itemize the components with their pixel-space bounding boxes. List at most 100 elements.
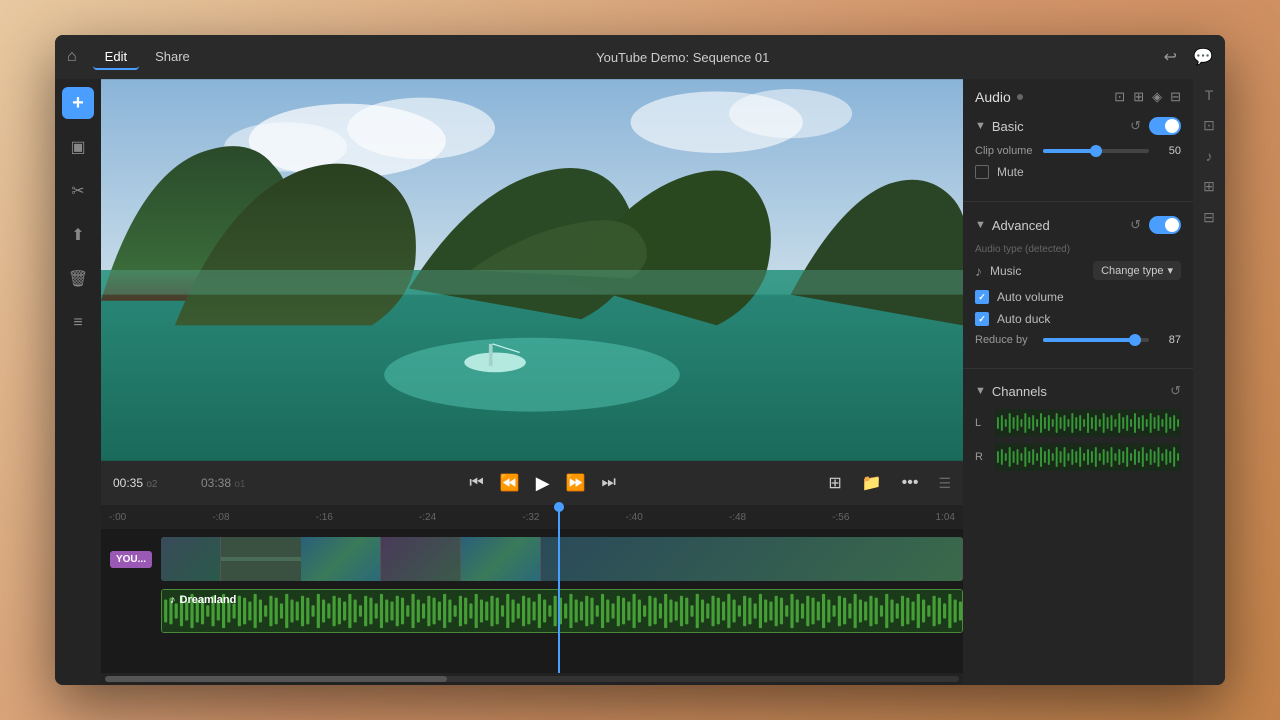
transform2-icon[interactable]: ⊟ bbox=[1203, 209, 1215, 226]
basic-section-controls: ↺ bbox=[1130, 117, 1181, 135]
reduce-by-thumb[interactable] bbox=[1129, 334, 1141, 346]
advanced-toggle-knob bbox=[1165, 218, 1179, 232]
step-forward-button[interactable]: ⏩ bbox=[562, 469, 590, 497]
audio-type-row: ♪ Music Change type ▾ bbox=[975, 261, 1181, 280]
panel-title: Audio bbox=[975, 89, 1011, 105]
channel-l-waveform bbox=[995, 409, 1181, 437]
panel-transform-icon[interactable]: ⊟ bbox=[1170, 89, 1181, 105]
auto-volume-row: Auto volume bbox=[975, 290, 1181, 304]
basic-section-title: Basic bbox=[992, 119, 1024, 134]
timeline-options-icon[interactable]: ☰ bbox=[938, 475, 951, 492]
text-icon[interactable]: T bbox=[1205, 87, 1214, 103]
thumb-5 bbox=[461, 537, 541, 581]
grid-icon[interactable]: ⊞ bbox=[1203, 178, 1215, 195]
video-track bbox=[161, 537, 963, 581]
panel-header: Audio ⊡ ⊞ ◈ ⊟ bbox=[963, 79, 1193, 111]
more-options-icon[interactable]: ••• bbox=[898, 470, 923, 496]
mute-label: Mute bbox=[997, 165, 1024, 179]
clip-volume-label: Clip volume bbox=[975, 145, 1035, 157]
app-window: ⌂ Edit Share YouTube Demo: Sequence 01 ↩… bbox=[55, 35, 1225, 685]
advanced-section: ▼ Advanced ↺ Audio type (detected) ♪ Mus… bbox=[963, 210, 1193, 360]
advanced-section-header: ▼ Advanced ↺ bbox=[975, 216, 1181, 234]
basic-section-header: ▼ Basic ↺ bbox=[975, 117, 1181, 135]
tab-edit[interactable]: Edit bbox=[93, 45, 139, 70]
channel-l-label: L bbox=[975, 417, 987, 429]
fullscreen-icon[interactable]: ⊞ bbox=[824, 469, 845, 497]
basic-reset-icon[interactable]: ↺ bbox=[1130, 118, 1141, 134]
top-right-icons: ↩ 💬 bbox=[1164, 47, 1213, 67]
channel-r-row: R bbox=[975, 443, 1181, 471]
clip-volume-thumb[interactable] bbox=[1090, 145, 1102, 157]
undo-icon[interactable]: ↩ bbox=[1164, 47, 1177, 67]
video-track-content[interactable] bbox=[161, 537, 963, 581]
scrollbar-thumb[interactable] bbox=[105, 676, 447, 682]
auto-volume-label: Auto volume bbox=[997, 290, 1064, 304]
left-sidebar: + ▣ ✂ ⬆ 🗑 ≡ bbox=[55, 79, 101, 685]
step-back-button[interactable]: ⏪ bbox=[496, 469, 524, 497]
advanced-reset-icon[interactable]: ↺ bbox=[1130, 217, 1141, 233]
channel-l-row: L bbox=[975, 409, 1181, 437]
timeline-ruler: -:00 -:08 -:16 -:24 -:32 -:40 -:48 -:56 … bbox=[101, 505, 963, 529]
audio-type-text: Music bbox=[990, 264, 1021, 278]
current-time: 00:35 o2 bbox=[113, 476, 193, 490]
channel-r-waveform bbox=[995, 443, 1181, 471]
panel-dot bbox=[1017, 94, 1023, 100]
auto-duck-row: Auto duck bbox=[975, 312, 1181, 326]
panel-crop-icon[interactable]: ⊡ bbox=[1114, 89, 1125, 105]
advanced-toggle-icon[interactable]: ▼ bbox=[975, 219, 986, 231]
advanced-toggle[interactable] bbox=[1149, 216, 1181, 234]
playback-bar: 00:35 o2 03:38 o1 ⏮ ⏪ ▶ ⏩ ⏭ ⊞ 📁 ••• ☰ bbox=[101, 461, 963, 505]
skip-back-button[interactable]: ⏮ bbox=[465, 470, 487, 496]
panel-compare-icon[interactable]: ⊞ bbox=[1133, 89, 1144, 105]
auto-duck-checkbox[interactable] bbox=[975, 312, 989, 326]
reduce-by-slider[interactable] bbox=[1043, 338, 1149, 342]
clip-volume-value: 50 bbox=[1157, 145, 1181, 157]
change-type-label: Change type bbox=[1101, 265, 1163, 277]
delete-icon[interactable]: 🗑 bbox=[62, 263, 94, 295]
scrollbar-track bbox=[105, 676, 959, 682]
video-track-row: YOU... bbox=[101, 533, 963, 585]
basic-toggle[interactable] bbox=[1149, 117, 1181, 135]
advanced-section-title: Advanced bbox=[992, 218, 1050, 233]
channels-section-header: ▼ Channels ↺ bbox=[975, 383, 1181, 399]
folder-icon[interactable]: 📁 bbox=[858, 469, 886, 497]
channels-reset-icon[interactable]: ↺ bbox=[1170, 383, 1181, 399]
center-area: 00:35 o2 03:38 o1 ⏮ ⏪ ▶ ⏩ ⏭ ⊞ 📁 ••• ☰ bbox=[101, 79, 963, 685]
panel-color-icon[interactable]: ◈ bbox=[1152, 89, 1162, 105]
change-type-button[interactable]: Change type ▾ bbox=[1093, 261, 1181, 280]
mute-checkbox[interactable] bbox=[975, 165, 989, 179]
channels-toggle-icon[interactable]: ▼ bbox=[975, 385, 986, 397]
reduce-by-label: Reduce by bbox=[975, 334, 1035, 346]
ruler-marks: -:00 -:08 -:16 -:24 -:32 -:40 -:48 -:56 … bbox=[109, 512, 955, 523]
audio-icon[interactable]: ♪ bbox=[1206, 148, 1213, 164]
image-icon[interactable]: ⊡ bbox=[1203, 117, 1215, 134]
track-label: YOU... bbox=[110, 551, 152, 568]
home-icon[interactable]: ⌂ bbox=[67, 48, 77, 66]
thumb-6 bbox=[541, 537, 963, 581]
page-title: YouTube Demo: Sequence 01 bbox=[202, 50, 1164, 65]
thumb-4 bbox=[381, 537, 461, 581]
comment-icon[interactable]: 💬 bbox=[1193, 47, 1213, 67]
cut-icon[interactable]: ✂ bbox=[62, 175, 94, 207]
video-preview bbox=[101, 79, 963, 461]
panel-header-icons: ⊡ ⊞ ◈ ⊟ bbox=[1114, 89, 1181, 105]
list-icon[interactable]: ≡ bbox=[62, 307, 94, 339]
divider-1 bbox=[963, 201, 1193, 202]
thumb-3 bbox=[301, 537, 381, 581]
add-button[interactable]: + bbox=[62, 87, 94, 119]
clip-volume-slider[interactable] bbox=[1043, 149, 1149, 153]
channel-r-label: R bbox=[975, 451, 987, 463]
audio-track-content[interactable]: ♪ Dreamland // Generate waveform bars bbox=[161, 589, 963, 633]
tab-share[interactable]: Share bbox=[143, 45, 202, 70]
skip-forward-button[interactable]: ⏭ bbox=[598, 470, 620, 496]
media-icon[interactable]: ▣ bbox=[62, 131, 94, 163]
advanced-section-controls: ↺ bbox=[1130, 216, 1181, 234]
channels-section-controls: ↺ bbox=[1170, 383, 1181, 399]
play-button[interactable]: ▶ bbox=[532, 469, 554, 498]
top-bar: ⌂ Edit Share YouTube Demo: Sequence 01 ↩… bbox=[55, 35, 1225, 79]
timeline-scrollbar[interactable] bbox=[101, 673, 963, 685]
export-icon[interactable]: ⬆ bbox=[62, 219, 94, 251]
audio-track-row: ♪ Dreamland // Generate waveform bars bbox=[101, 585, 963, 637]
auto-volume-checkbox[interactable] bbox=[975, 290, 989, 304]
basic-toggle-icon[interactable]: ▼ bbox=[975, 120, 986, 132]
